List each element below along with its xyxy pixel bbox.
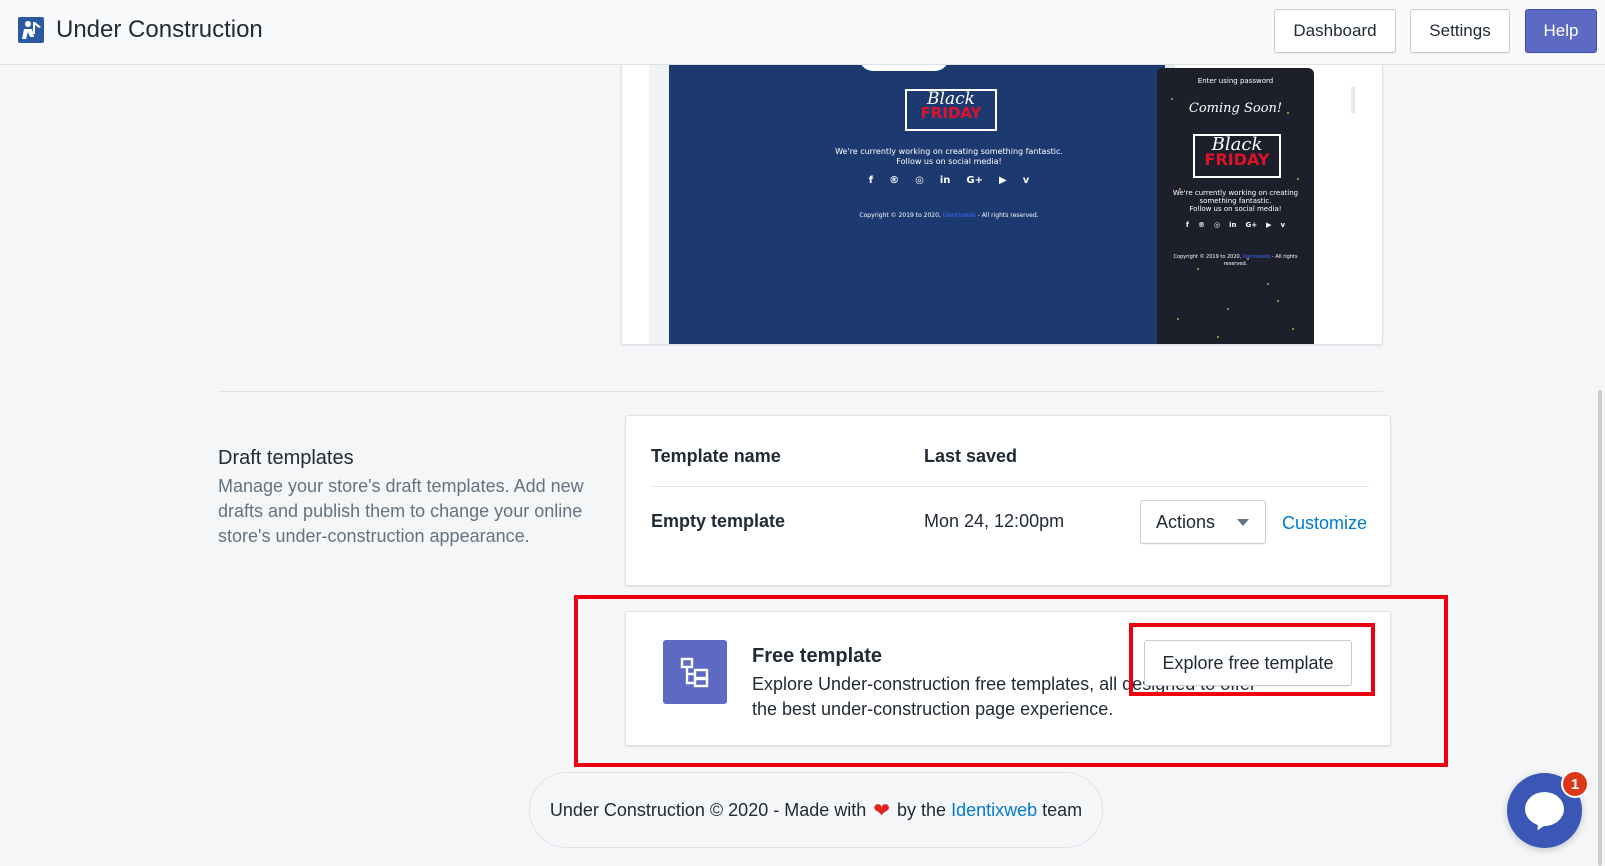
- footer-middle: by the: [892, 799, 952, 820]
- actions-dropdown[interactable]: Actions: [1140, 500, 1266, 544]
- scrollbar-thumb[interactable]: [1598, 390, 1602, 866]
- preview-message: We're currently working on creating some…: [1172, 189, 1299, 213]
- vimeo-icon: v: [1022, 175, 1030, 186]
- google-plus-icon: G+: [966, 175, 983, 186]
- construction-worker-icon: [18, 17, 44, 43]
- actions-label: Actions: [1156, 511, 1216, 532]
- preview-copyright: Copyright © 2019 to 2020, Identixweb - A…: [1173, 254, 1298, 267]
- template-preview-card: Black FRIDAY We're currently working on …: [621, 65, 1383, 345]
- preview-gutter: [649, 65, 669, 344]
- chat-icon: [1525, 792, 1564, 826]
- column-header-template-name: Template name: [651, 446, 781, 466]
- settings-button[interactable]: Settings: [1410, 9, 1510, 53]
- mobile-preview: Enter using password Coming Soon! Black …: [1157, 68, 1314, 344]
- footer: Under Construction © 2020 - Made with ❤ …: [529, 772, 1103, 848]
- password-prompt: Enter using password: [1197, 77, 1274, 85]
- black-friday-logo: Black FRIDAY: [905, 89, 997, 131]
- column-header-last-saved: Last saved: [924, 446, 1018, 466]
- social-icons: f ® ◎ in G+ ▶ v: [1157, 221, 1314, 229]
- help-button[interactable]: Help: [1525, 9, 1597, 53]
- facebook-icon: f: [868, 175, 874, 186]
- youtube-icon: ▶: [1266, 221, 1272, 229]
- preview-frame-edge: [1351, 87, 1355, 113]
- highlight-box-inner: [1129, 623, 1375, 696]
- draft-section-title: Draft templates: [218, 447, 354, 469]
- footer-prefix: Under Construction © 2020 - Made with: [549, 799, 872, 820]
- preview-copyright: Copyright © 2019 to 2020, Identixweb - A…: [859, 212, 1039, 219]
- dashboard-button[interactable]: Dashboard: [1274, 9, 1396, 53]
- table-divider: [651, 486, 1369, 487]
- template-name-cell: Empty template: [651, 511, 786, 531]
- desktop-preview: Black FRIDAY We're currently working on …: [669, 65, 1165, 344]
- pinterest-icon: ®: [1197, 221, 1205, 229]
- heart-icon: ❤: [873, 799, 891, 822]
- preview-message: We're currently working on creating some…: [835, 147, 1063, 166]
- linkedin-icon: in: [939, 175, 951, 186]
- facebook-icon: f: [1185, 221, 1189, 229]
- identixweb-link[interactable]: Identixweb: [951, 800, 1037, 821]
- caret-down-icon: [1237, 519, 1249, 526]
- instagram-icon: ◎: [1213, 221, 1221, 229]
- google-plus-icon: G+: [1245, 221, 1258, 229]
- linkedin-icon: in: [1229, 221, 1237, 229]
- coming-soon-heading: Coming Soon!: [1188, 101, 1283, 116]
- last-saved-cell: Mon 24, 12:00pm: [924, 511, 1065, 531]
- social-icons: f ® ◎ in G+ ▶ v: [849, 175, 1049, 186]
- vimeo-icon: v: [1280, 221, 1286, 229]
- logo-fragment: [859, 65, 949, 71]
- footer-suffix: team: [1037, 799, 1083, 820]
- draft-templates-card: Template name Last saved Empty template …: [625, 415, 1391, 586]
- black-friday-logo: Black FRIDAY: [1193, 134, 1281, 178]
- instagram-icon: ◎: [915, 175, 924, 186]
- draft-section-description: Manage your store's draft templates. Add…: [218, 476, 584, 546]
- app-title: Under Construction: [56, 16, 263, 43]
- chat-notification-badge: 1: [1561, 770, 1589, 798]
- pinterest-icon: ®: [889, 175, 900, 186]
- section-divider: [219, 391, 1383, 392]
- youtube-icon: ▶: [999, 175, 1007, 186]
- customize-link[interactable]: Customize: [1282, 513, 1367, 534]
- top-bar: Under Construction Dashboard Settings He…: [0, 0, 1605, 65]
